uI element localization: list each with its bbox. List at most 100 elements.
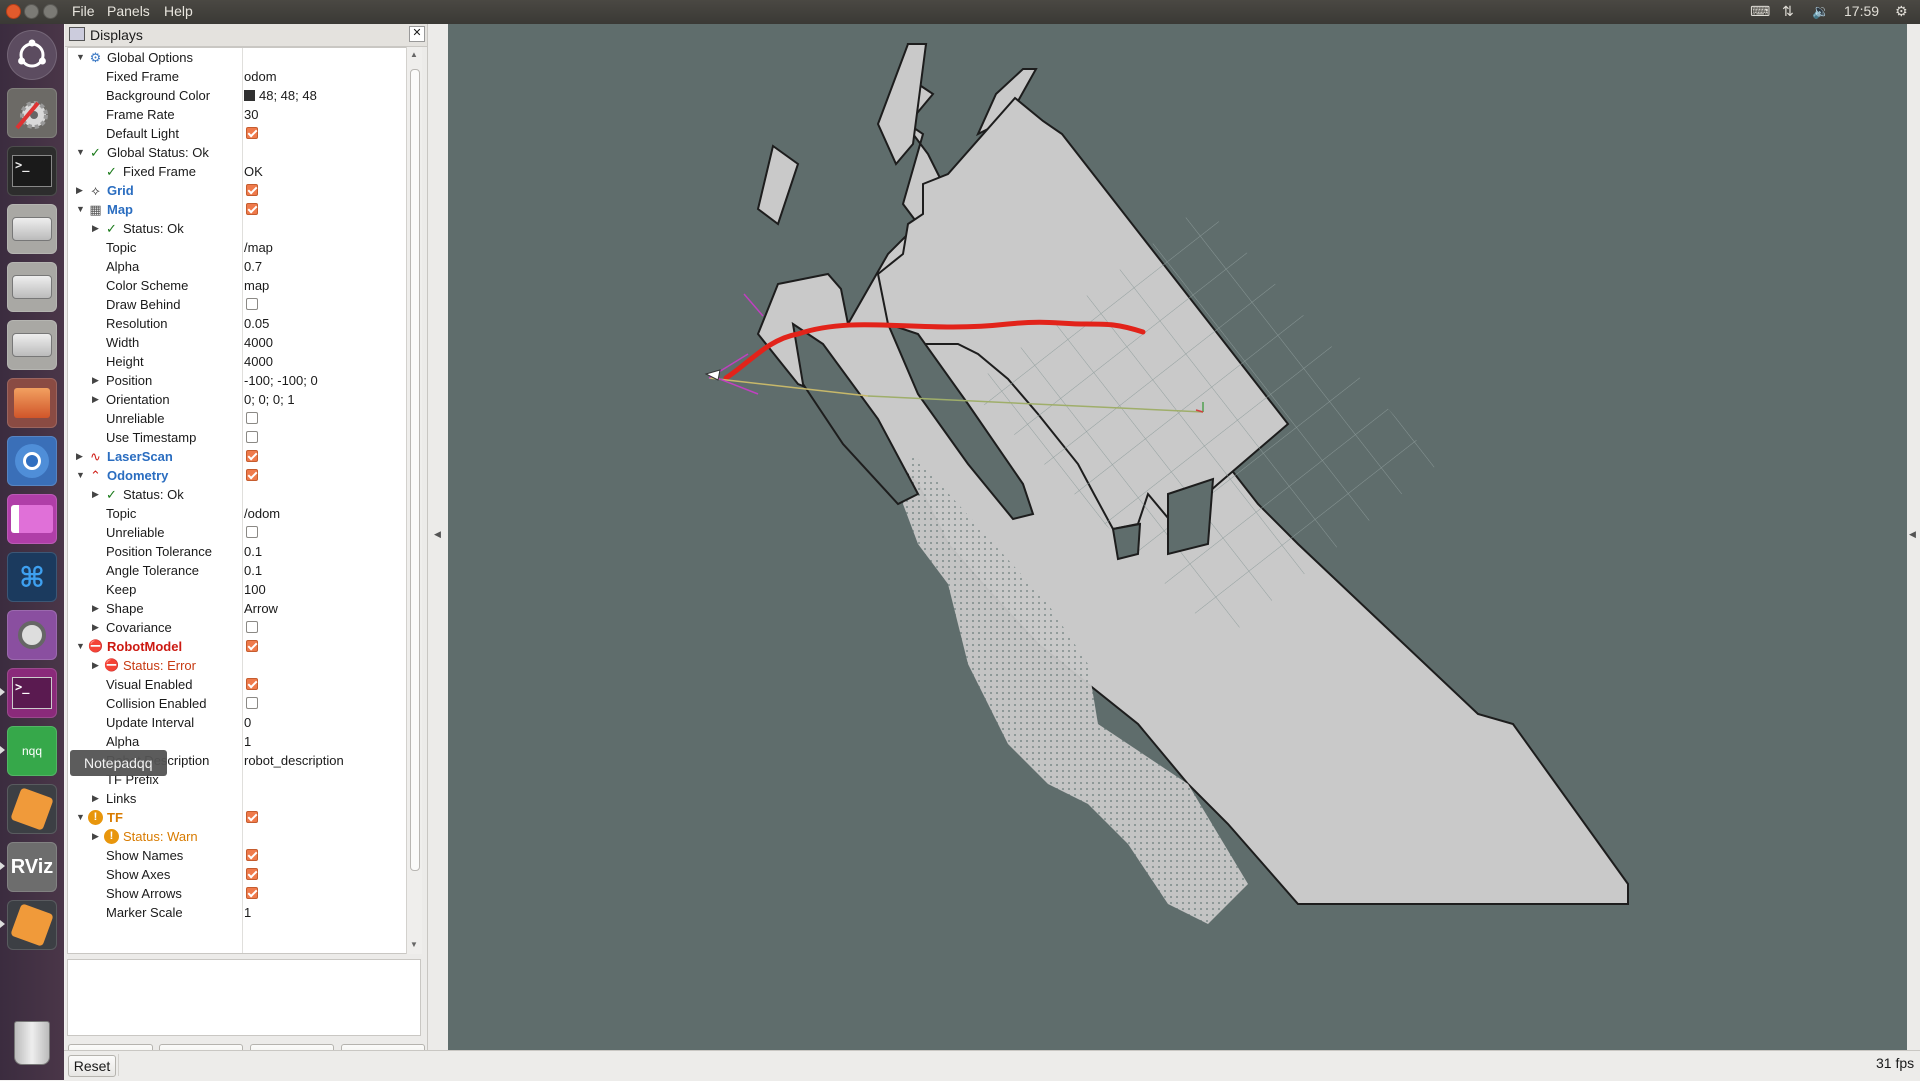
tree-row[interactable]: Frame Rate 30: [68, 105, 408, 124]
tree-row[interactable]: Topic/odom: [68, 504, 408, 523]
expand-right-icon[interactable]: ▶: [92, 656, 99, 675]
sublime-icon[interactable]: [7, 900, 57, 950]
scroll-up-icon[interactable]: ▲: [410, 50, 418, 59]
tree-row[interactable]: Color Scheme map: [68, 276, 408, 295]
tree-row[interactable]: Marker Scale 1: [68, 903, 408, 922]
tree-row-value[interactable]: OK: [244, 162, 263, 181]
expand-down-icon[interactable]: ▼: [76, 637, 85, 656]
tree-row-value[interactable]: 1: [244, 732, 251, 751]
tree-row[interactable]: ▶ ✓ Status: Ok: [68, 485, 408, 504]
tree-row[interactable]: Background Color 48; 48; 48: [68, 86, 408, 105]
tree-row[interactable]: ▼! TF: [68, 808, 408, 827]
enable-checkbox[interactable]: [246, 203, 258, 215]
tree-row-value[interactable]: 0.1: [244, 542, 262, 561]
clock[interactable]: 17:59: [1844, 3, 1879, 19]
minimize-window-button[interactable]: [24, 4, 39, 19]
tree-row-value[interactable]: robot_description: [244, 751, 344, 770]
tree-row-value[interactable]: 48; 48; 48: [244, 86, 317, 105]
tree-row[interactable]: Show Names: [68, 846, 408, 865]
enable-checkbox[interactable]: [246, 412, 258, 424]
tree-row[interactable]: ▶ Links: [68, 789, 408, 808]
tree-row-value[interactable]: map: [244, 276, 269, 295]
enable-checkbox[interactable]: [246, 678, 258, 690]
enable-checkbox[interactable]: [246, 640, 258, 652]
enable-checkbox[interactable]: [246, 469, 258, 481]
expand-right-icon[interactable]: ▶: [92, 618, 99, 637]
drive-icon[interactable]: [7, 262, 57, 312]
tree-row[interactable]: ▶! Status: Warn: [68, 827, 408, 846]
menu-panels[interactable]: Panels: [107, 3, 150, 19]
scrollbar[interactable]: ▲ ▼: [406, 47, 422, 954]
tree-row-value[interactable]: odom: [244, 67, 277, 86]
terminal-icon[interactable]: >_: [7, 668, 57, 718]
chromium-icon[interactable]: [7, 436, 57, 486]
tree-row-value[interactable]: 0.7: [244, 257, 262, 276]
tree-row[interactable]: ▶ ⟡ Grid: [68, 181, 408, 200]
camera-icon[interactable]: [7, 610, 57, 660]
settings-gear-icon[interactable]: ⚙: [1895, 3, 1908, 20]
tree-row[interactable]: Update Interval 0: [68, 713, 408, 732]
drive-icon[interactable]: [7, 320, 57, 370]
expand-right-icon[interactable]: ▶: [92, 371, 99, 390]
network-icon[interactable]: ⇅: [1782, 3, 1794, 20]
expand-right-icon[interactable]: ▶: [92, 485, 99, 504]
tree-row-value[interactable]: 1: [244, 903, 251, 922]
tree-row[interactable]: Unreliable: [68, 523, 408, 542]
tree-row[interactable]: Alpha 1: [68, 732, 408, 751]
enable-checkbox[interactable]: [246, 697, 258, 709]
sublime-icon[interactable]: [7, 784, 57, 834]
tree-row[interactable]: Default Light: [68, 124, 408, 143]
trash-icon[interactable]: [7, 1018, 57, 1068]
enable-checkbox[interactable]: [246, 127, 258, 139]
tree-row-value[interactable]: /odom: [244, 504, 280, 523]
expand-right-icon[interactable]: ▶: [92, 599, 99, 618]
splitter-left[interactable]: ◀: [428, 24, 448, 1050]
enable-checkbox[interactable]: [246, 450, 258, 462]
tree-row[interactable]: ▼ ⚙ Global Options: [68, 48, 408, 67]
tree-row[interactable]: Draw Behind: [68, 295, 408, 314]
reset-button[interactable]: Reset: [68, 1055, 116, 1077]
expand-down-icon[interactable]: ▼: [76, 200, 85, 219]
enable-checkbox[interactable]: [246, 431, 258, 443]
expand-down-icon[interactable]: ▼: [76, 143, 85, 162]
tree-row[interactable]: Show Arrows: [68, 884, 408, 903]
tree-row[interactable]: Unreliable: [68, 409, 408, 428]
tree-row[interactable]: Position Tolerance 0.1: [68, 542, 408, 561]
tree-row[interactable]: Topic/map: [68, 238, 408, 257]
expand-right-icon[interactable]: ▶: [92, 789, 99, 808]
collapse-left-icon[interactable]: ◀: [434, 529, 441, 540]
rviz-icon[interactable]: RViz: [7, 842, 57, 892]
ubuntu-dash-icon[interactable]: [7, 30, 57, 80]
tree-row[interactable]: Fixed Frame odom: [68, 67, 408, 86]
scrollbar-thumb[interactable]: [410, 69, 420, 871]
enable-checkbox[interactable]: [246, 811, 258, 823]
menu-file[interactable]: File: [72, 3, 95, 19]
tree-row[interactable]: ✓ Fixed Frame OK: [68, 162, 408, 181]
display-tree[interactable]: ▼ ⚙ Global Options Fixed Frame odom Backgroun…: [67, 47, 409, 954]
tree-row-value[interactable]: 100: [244, 580, 266, 599]
enable-checkbox[interactable]: [246, 298, 258, 310]
expand-right-icon[interactable]: ▶: [76, 181, 83, 200]
enable-checkbox[interactable]: [246, 849, 258, 861]
expand-right-icon[interactable]: ▶: [92, 827, 99, 846]
files-icon[interactable]: [7, 378, 57, 428]
tree-row[interactable]: Alpha 0.7: [68, 257, 408, 276]
expand-right-icon[interactable]: ▶: [92, 219, 99, 238]
maximize-window-button[interactable]: [43, 4, 58, 19]
enable-checkbox[interactable]: [246, 621, 258, 633]
tree-row[interactable]: Keep 100: [68, 580, 408, 599]
close-window-button[interactable]: [6, 4, 21, 19]
tree-row[interactable]: ▶ ✓ Status: Ok: [68, 219, 408, 238]
collapse-right-icon[interactable]: ◀: [1909, 529, 1916, 540]
tree-row[interactable]: ▶ Position -100; -100; 0: [68, 371, 408, 390]
drive-icon[interactable]: [7, 204, 57, 254]
tree-row[interactable]: ▶ ⛔ Status: Error: [68, 656, 408, 675]
expand-down-icon[interactable]: ▼: [76, 808, 85, 827]
tree-row-value[interactable]: 4000: [244, 352, 273, 371]
expand-right-icon[interactable]: ▶: [92, 390, 99, 409]
tree-row[interactable]: Width 4000: [68, 333, 408, 352]
expand-down-icon[interactable]: ▼: [76, 48, 85, 67]
tree-row[interactable]: Collision Enabled: [68, 694, 408, 713]
app-icon[interactable]: [7, 494, 57, 544]
tree-row[interactable]: Height 4000: [68, 352, 408, 371]
